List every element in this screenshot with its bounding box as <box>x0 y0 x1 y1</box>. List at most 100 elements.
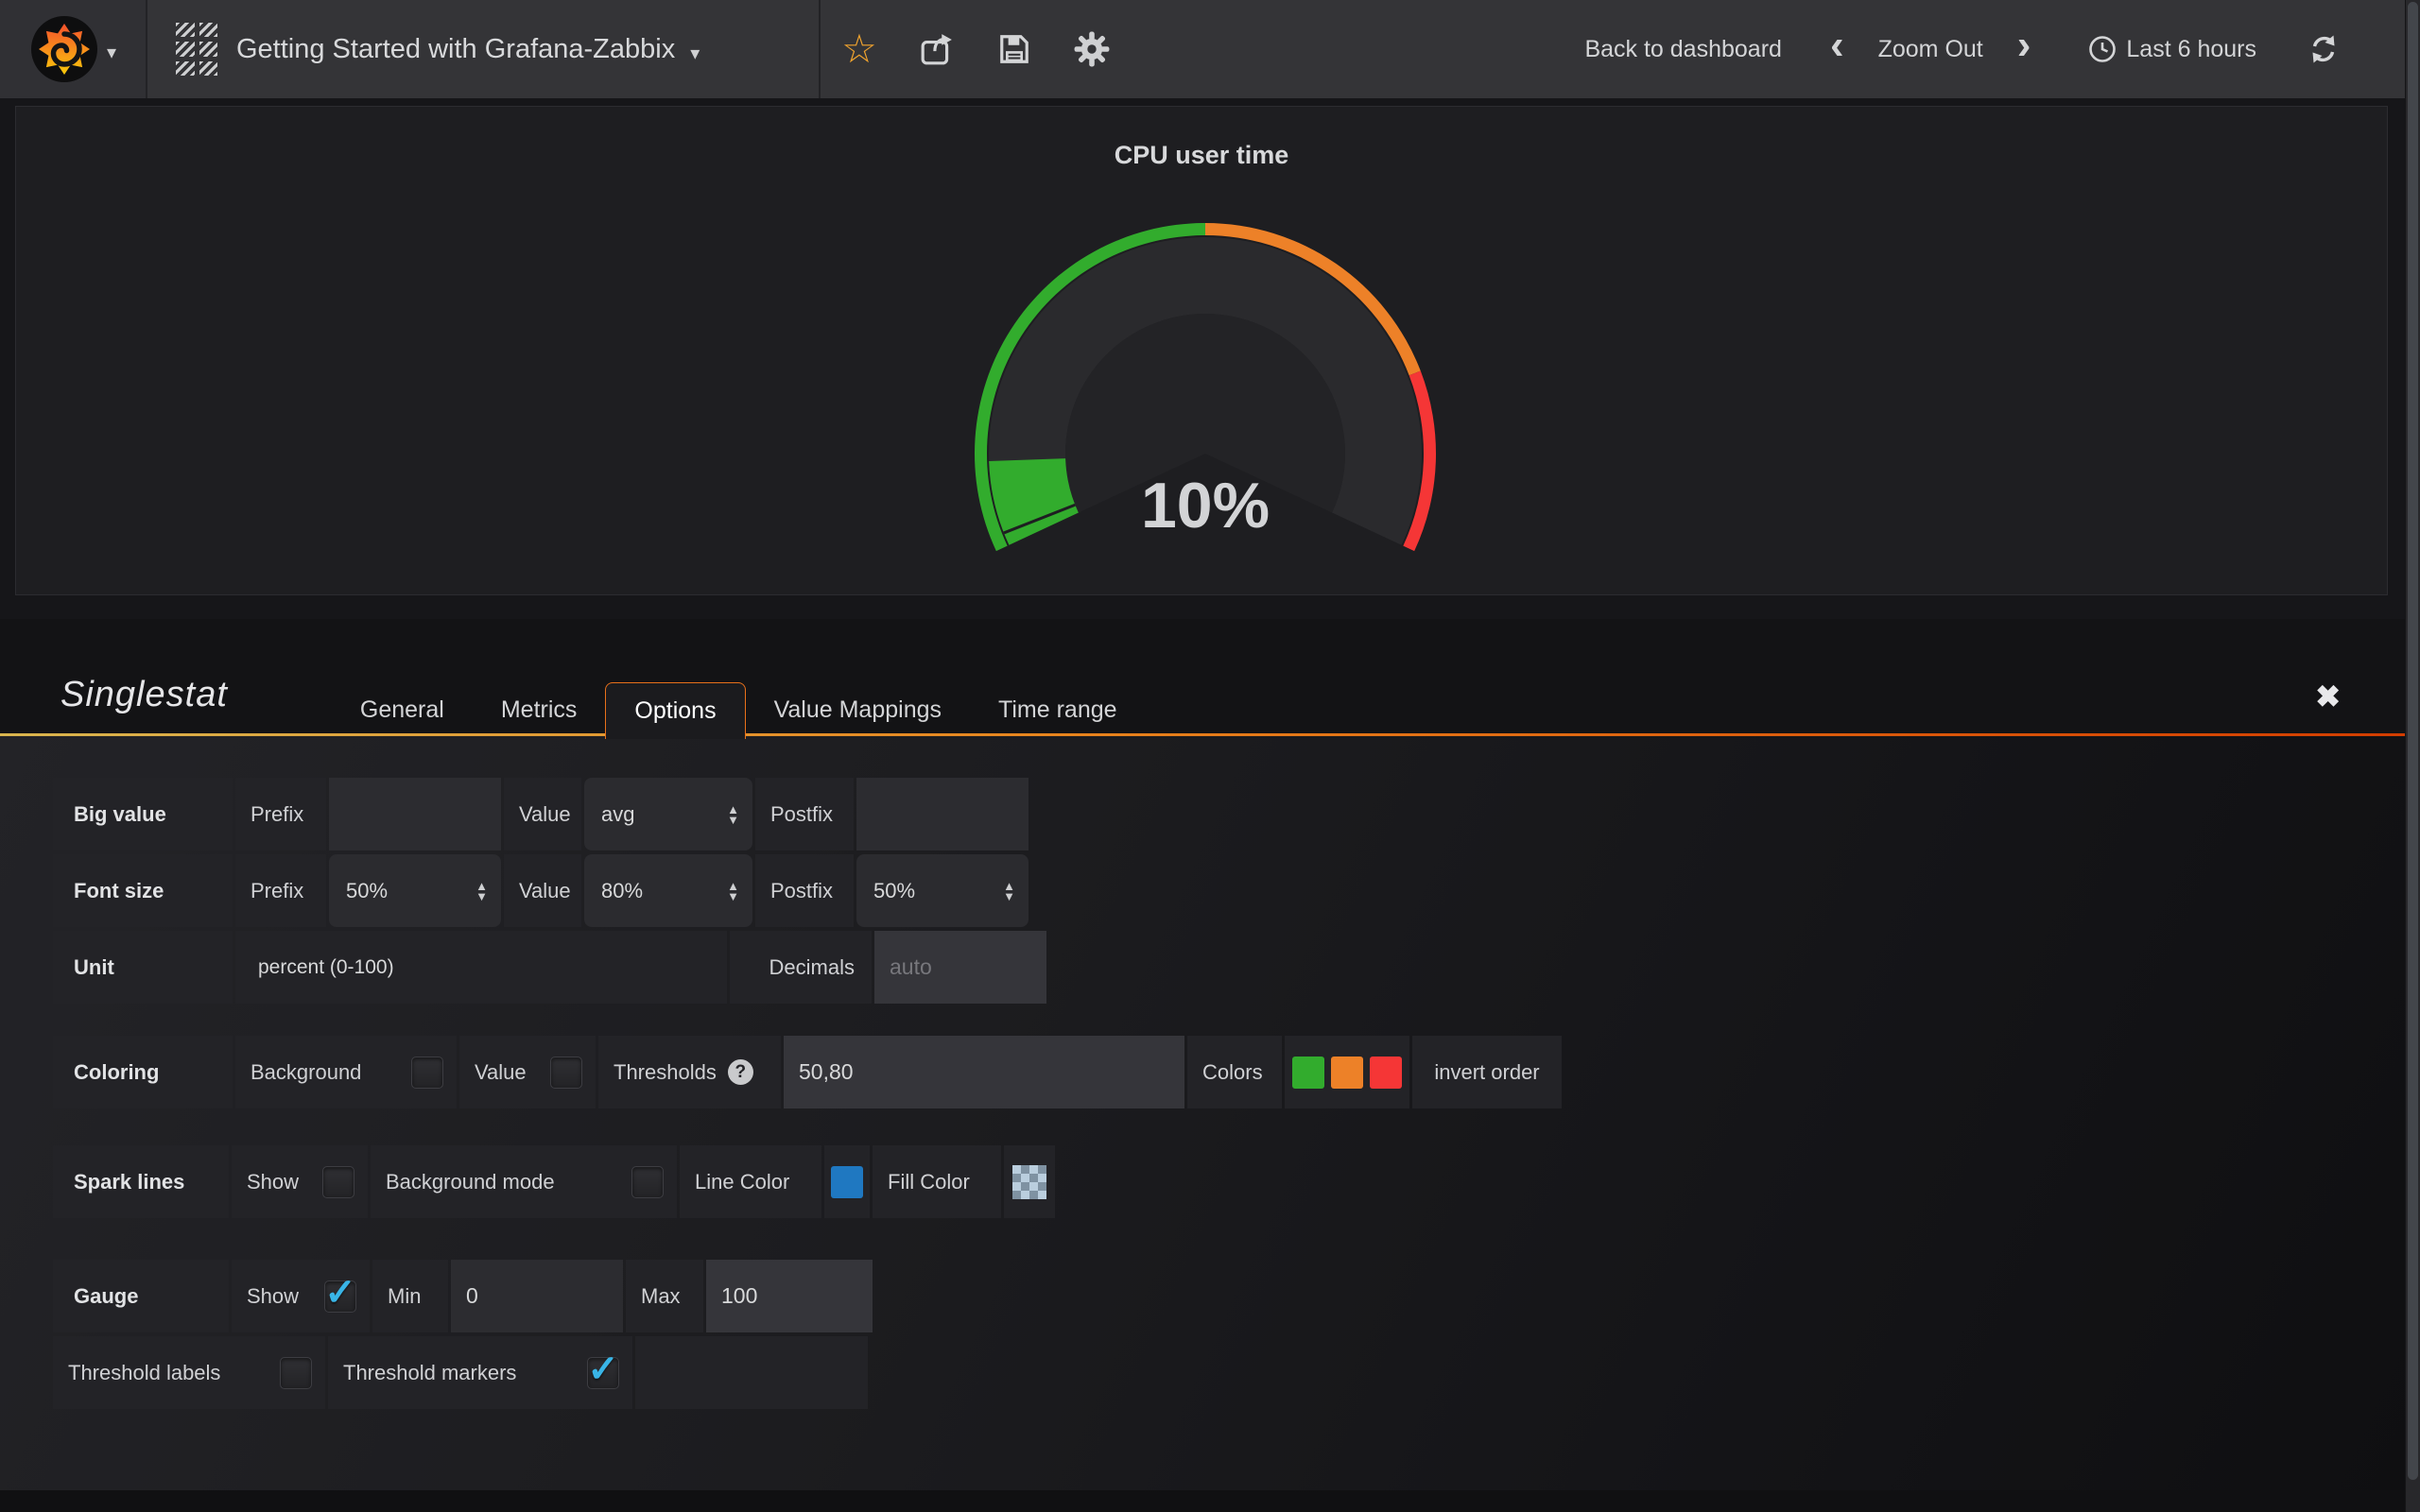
big-value-row: Big value Prefix Value avg ▲▼ Postfix <box>53 778 2405 850</box>
tab-time-range[interactable]: Time range <box>970 683 1146 736</box>
thresholds-label: Thresholds <box>614 1060 717 1085</box>
threshold-colors-cell <box>1285 1036 1409 1108</box>
thresholds-label-cell: Thresholds ? <box>598 1036 781 1108</box>
page-scrollbar[interactable] <box>2405 0 2420 1512</box>
min-input-cell <box>451 1260 623 1332</box>
grafana-logo-icon <box>29 14 99 84</box>
time-range-picker[interactable]: Last 6 hours <box>2088 35 2256 63</box>
max-input-cell <box>706 1260 873 1332</box>
navbar-right-controls: Back to dashboard ‹ Zoom Out › Last 6 ho… <box>1584 34 2339 64</box>
grafana-logo-button[interactable]: ▾ <box>0 0 147 98</box>
value-checkbox[interactable] <box>550 1057 582 1089</box>
gauge-row: Gauge Show ✓ Min Max <box>53 1260 2405 1332</box>
options-tab-content: Big value Prefix Value avg ▲▼ Postfix Fo… <box>0 736 2405 1490</box>
zoom-out-button[interactable]: Zoom Out <box>1878 36 1983 63</box>
sparkline-show-checkbox[interactable] <box>322 1166 354 1198</box>
threshold-color-swatch-green[interactable] <box>1292 1057 1324 1089</box>
gauge-max-input[interactable] <box>706 1260 873 1332</box>
tab-metrics[interactable]: Metrics <box>473 683 606 736</box>
tab-general[interactable]: General <box>332 683 473 736</box>
empty-cell <box>635 1336 868 1409</box>
threshold-labels-checkbox[interactable] <box>280 1357 312 1389</box>
threshold-markers-checkbox[interactable]: ✓ <box>587 1357 619 1389</box>
coloring-background-cell: Background <box>235 1036 457 1108</box>
value-label: Value <box>504 778 581 850</box>
star-icon: ☆ <box>841 29 877 69</box>
threshold-toggles-row: Threshold labels Threshold markers ✓ <box>53 1336 2405 1409</box>
settings-button[interactable] <box>1053 0 1131 98</box>
clock-icon <box>2088 35 2117 63</box>
fill-color-swatch[interactable] <box>1012 1165 1046 1199</box>
postfix-input-cell <box>856 778 1028 850</box>
prefix-size-select[interactable]: 50% ▲▼ <box>329 854 501 927</box>
threshold-color-swatch-orange[interactable] <box>1331 1057 1363 1089</box>
background-mode-checkbox[interactable] <box>631 1166 664 1198</box>
background-checkbox[interactable] <box>411 1057 443 1089</box>
time-range-label: Last 6 hours <box>2126 36 2256 63</box>
spark-lines-label: Spark lines <box>53 1145 229 1218</box>
big-value-prefix-input[interactable] <box>329 778 501 850</box>
threshold-markers-label: Threshold markers <box>343 1361 516 1385</box>
background-mode-label: Background mode <box>386 1170 555 1194</box>
unit-label: Unit <box>53 931 233 1004</box>
unit-picker-link[interactable]: percent (0-100) <box>258 956 394 979</box>
refresh-icon[interactable] <box>2308 34 2339 64</box>
coloring-row: Coloring Background Value Thresholds ? C… <box>53 1036 2405 1108</box>
help-icon[interactable]: ? <box>728 1059 753 1085</box>
threshold-color-swatch-red[interactable] <box>1370 1057 1402 1089</box>
coloring-value-cell: Value <box>459 1036 596 1108</box>
save-dashboard-button[interactable] <box>976 0 1053 98</box>
thresholds-input[interactable] <box>784 1036 1184 1108</box>
tab-options[interactable]: Options <box>605 682 745 739</box>
postfix-label: Postfix <box>755 778 854 850</box>
editor-tabs: General Metrics Options Value Mappings T… <box>332 682 1146 736</box>
show-label: Show <box>247 1284 299 1309</box>
line-color-label: Line Color <box>680 1145 821 1218</box>
line-color-swatch[interactable] <box>831 1166 863 1198</box>
gauge-label: Gauge <box>53 1260 229 1332</box>
close-editor-button[interactable]: ✖ <box>2315 681 2341 712</box>
navbar: ▾ Getting Started with Grafana-Zabbix ▾ … <box>0 0 2405 98</box>
select-stepper-icon: ▲▼ <box>727 804 739 825</box>
select-stepper-icon: ▲▼ <box>727 881 739 902</box>
tab-value-mappings[interactable]: Value Mappings <box>746 683 970 736</box>
gauge-chart: 10% <box>16 107 2387 594</box>
big-value-postfix-input[interactable] <box>856 778 1028 850</box>
share-icon <box>920 32 954 66</box>
value-stat-select[interactable]: avg ▲▼ <box>584 778 752 850</box>
postfix-size-select[interactable]: 50% ▲▼ <box>856 854 1028 927</box>
gear-icon <box>1074 31 1110 67</box>
font-size-row: Font size Prefix 50% ▲▼ Value 80% ▲▼ Pos… <box>53 854 2405 927</box>
background-mode-cell: Background mode <box>371 1145 677 1218</box>
value-size-select[interactable]: 80% ▲▼ <box>584 854 752 927</box>
panel-title[interactable]: CPU user time <box>16 141 2387 170</box>
prefix-label: Prefix <box>235 778 326 850</box>
show-label: Show <box>247 1170 299 1194</box>
line-color-cell <box>824 1145 870 1218</box>
invert-order-button[interactable]: invert order <box>1412 1036 1562 1108</box>
value-stat-selected: avg <box>601 802 634 827</box>
unit-value-cell: percent (0-100) <box>235 931 727 1004</box>
spark-lines-row: Spark lines Show Background mode Line Co… <box>53 1145 2405 1218</box>
gauge-min-input[interactable] <box>451 1260 623 1332</box>
editor-accent-underline <box>0 733 2405 736</box>
dashboard-title-button[interactable]: Getting Started with Grafana-Zabbix ▾ <box>147 0 821 98</box>
share-dashboard-button[interactable] <box>898 0 976 98</box>
panel-type-title: Singlestat <box>60 675 228 715</box>
value-label: Value <box>475 1060 527 1085</box>
decimals-input-cell <box>874 931 1046 1004</box>
singlestat-panel: 10% CPU user time <box>15 106 2388 595</box>
font-size-label: Font size <box>53 854 233 927</box>
back-to-dashboard-button[interactable]: Back to dashboard <box>1584 36 1781 63</box>
gauge-show-checkbox[interactable]: ✓ <box>324 1280 356 1313</box>
scrollbar-thumb[interactable] <box>2408 2 2418 1480</box>
select-stepper-icon: ▲▼ <box>475 881 488 902</box>
star-dashboard-button[interactable]: ☆ <box>821 0 898 98</box>
colors-label: Colors <box>1187 1036 1282 1108</box>
decimals-label: Decimals <box>730 931 872 1004</box>
logo-caret-icon: ▾ <box>107 41 116 64</box>
save-icon <box>997 32 1031 66</box>
decimals-input[interactable] <box>874 931 1046 1004</box>
gauge-value-text: 10% <box>1141 470 1270 541</box>
dashboard-grid-icon <box>176 23 217 76</box>
